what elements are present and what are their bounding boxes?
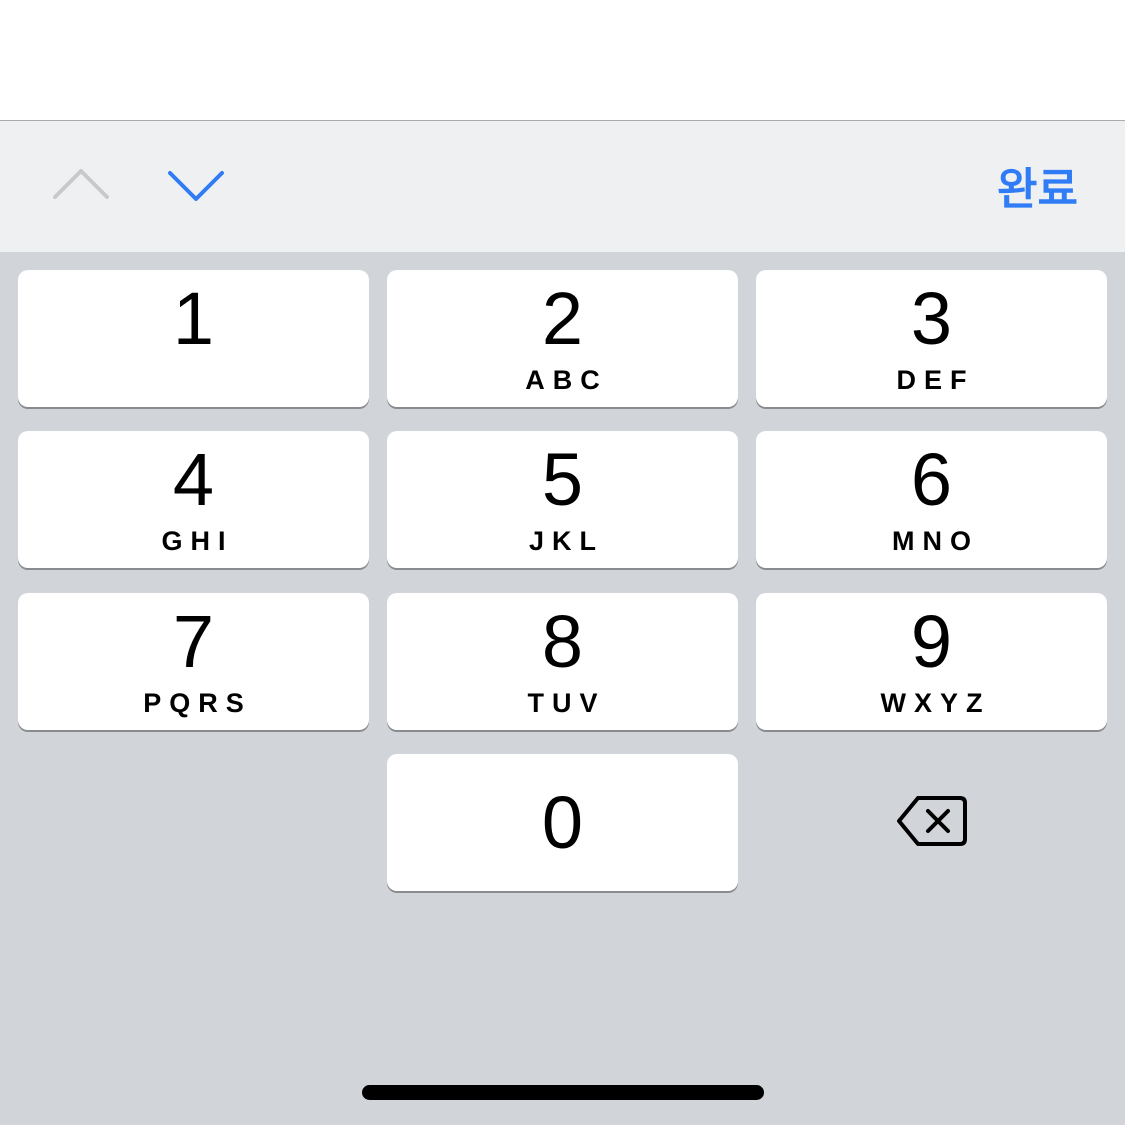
key-7[interactable]: 7 PQRS — [18, 593, 369, 730]
key-letters: MNO — [892, 526, 979, 556]
key-0[interactable]: 0 — [387, 754, 738, 891]
key-digit: 1 — [172, 277, 215, 360]
key-digit: 0 — [541, 781, 584, 864]
key-3[interactable]: 3 DEF — [756, 270, 1107, 407]
previous-field-button[interactable] — [41, 150, 121, 220]
key-9[interactable]: 9 WXYZ — [756, 593, 1107, 730]
next-field-button[interactable] — [156, 150, 236, 220]
key-8[interactable]: 8 TUV — [387, 593, 738, 730]
key-letters: WXYZ — [880, 688, 991, 718]
key-letters: DEF — [896, 365, 975, 395]
key-4[interactable]: 4 GHI — [18, 431, 369, 568]
key-digit: 2 — [541, 277, 584, 360]
key-letters: ABC — [525, 365, 608, 395]
key-5[interactable]: 5 JKL — [387, 431, 738, 568]
chevron-up-icon — [53, 169, 109, 199]
backspace-icon — [896, 795, 967, 846]
key-digit: 6 — [910, 438, 953, 521]
key-digit: 4 — [172, 438, 215, 521]
key-letters: PQRS — [143, 688, 252, 718]
key-digit: 8 — [541, 600, 584, 683]
home-indicator — [362, 1085, 764, 1100]
key-1[interactable]: 1 — [18, 270, 369, 407]
key-digit: 5 — [541, 438, 584, 521]
key-letters: GHI — [161, 526, 234, 556]
key-digit: 7 — [172, 600, 215, 683]
key-6[interactable]: 6 MNO — [756, 431, 1107, 568]
key-digit: 9 — [910, 600, 953, 683]
chevron-down-icon — [168, 171, 224, 201]
key-letters: JKL — [528, 526, 604, 556]
key-digit: 3 — [910, 277, 953, 360]
delete-key[interactable] — [756, 752, 1107, 889]
key-letters: TUV — [527, 688, 606, 718]
done-button[interactable]: 완료 — [980, 152, 1095, 218]
key-2[interactable]: 2 ABC — [387, 270, 738, 407]
text-input-area — [0, 0, 1125, 121]
